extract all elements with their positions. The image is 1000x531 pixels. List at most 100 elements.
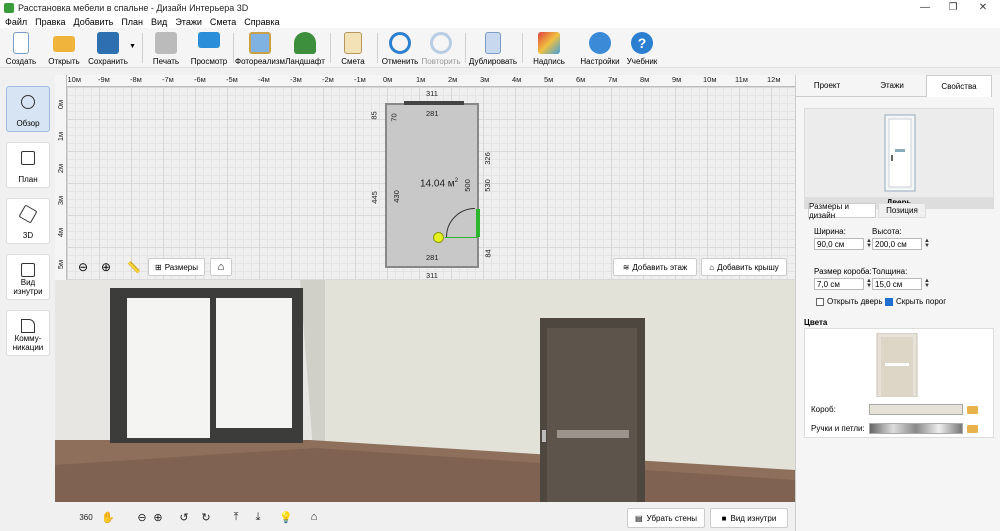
menu-help[interactable]: Справка xyxy=(239,17,282,27)
landscape-button[interactable]: Ландшафт xyxy=(285,30,325,66)
3d-view[interactable] xyxy=(55,280,795,502)
window-pane-right xyxy=(216,298,292,428)
inside-view-3d-button[interactable]: ■ Вид изнутри xyxy=(710,508,788,528)
print-button[interactable]: Печать xyxy=(150,30,182,66)
menu-view[interactable]: Вид xyxy=(146,17,170,27)
overview-button[interactable]: Обзор xyxy=(6,86,50,132)
light-bulb-icon[interactable]: 💡 xyxy=(277,508,295,526)
window-on-plan[interactable] xyxy=(404,101,464,105)
tab-project[interactable]: Проект xyxy=(796,75,858,97)
zoom-in-icon[interactable]: ⊕ xyxy=(97,258,115,276)
open-door-checkbox[interactable] xyxy=(816,298,824,306)
height-label: Высота: xyxy=(872,227,902,236)
save-button[interactable]: Сохранить xyxy=(88,30,128,66)
height-input[interactable] xyxy=(872,238,922,250)
communications-button[interactable]: Комму-никации xyxy=(6,310,50,356)
tab-floors[interactable]: Этажи xyxy=(858,75,926,97)
add-floor-button[interactable]: ≋ Добавить этаж xyxy=(613,258,697,276)
walls-icon: ▤ xyxy=(634,513,643,523)
palette-icon xyxy=(538,32,560,54)
colors-section: Короб: Ручки и петли: xyxy=(804,328,994,438)
add-roof-button[interactable]: ⌂ Добавить крышу xyxy=(701,258,787,276)
object-preview xyxy=(804,108,994,198)
hide-threshold-checkbox[interactable] xyxy=(885,298,893,306)
frame-size-input[interactable] xyxy=(814,278,864,290)
door-handle-marker[interactable] xyxy=(433,232,444,243)
3d-button[interactable]: 3D xyxy=(6,198,50,244)
menu-bar: Файл Правка Добавить План Вид Этажи Смет… xyxy=(0,15,1000,28)
menu-estimate[interactable]: Смета xyxy=(205,17,239,27)
new-file-icon xyxy=(13,32,29,54)
subtab-position[interactable]: Позиция xyxy=(878,203,926,218)
menu-edit[interactable]: Правка xyxy=(30,17,68,27)
inside-view-button[interactable]: Вид изнутри xyxy=(6,254,50,300)
picture-icon xyxy=(249,32,271,54)
hide-threshold-label: Скрыть порог xyxy=(896,297,947,306)
undo-button[interactable]: Отменить xyxy=(381,30,419,66)
rotate-right-icon[interactable]: ↻ xyxy=(197,508,215,526)
restore-button[interactable]: ❐ xyxy=(938,0,968,15)
layers-icon: ≋ xyxy=(622,262,630,272)
folder-icon[interactable] xyxy=(967,425,978,433)
sizes-button[interactable]: ⊞ Размеры xyxy=(148,258,205,276)
separator xyxy=(233,33,234,63)
door-glass-strip xyxy=(557,430,629,438)
subtab-size-design[interactable]: Размеры и дизайн xyxy=(808,202,876,220)
settings-button[interactable]: Настройки xyxy=(578,30,622,66)
handles-color-swatch[interactable] xyxy=(869,423,963,434)
menu-file[interactable]: Файл xyxy=(0,17,30,27)
thickness-spinner-icon[interactable]: ▲ ▼ xyxy=(924,278,930,289)
zoom-in-3d-icon[interactable]: ⊕ xyxy=(149,508,167,526)
camera-icon: ■ xyxy=(721,513,727,523)
folder-icon[interactable] xyxy=(967,406,978,414)
width-input[interactable] xyxy=(814,238,864,250)
rotate-360-icon[interactable]: 360 xyxy=(77,508,95,526)
zoom-out-icon[interactable]: ⊖ xyxy=(74,258,92,276)
tab-properties[interactable]: Свойства xyxy=(926,75,992,97)
frame-color-label: Короб: xyxy=(811,405,836,414)
dim-left-outer: 445 xyxy=(369,191,379,204)
menu-add[interactable]: Добавить xyxy=(69,17,117,27)
create-button[interactable]: Создать xyxy=(4,30,38,66)
open-button[interactable]: Открыть xyxy=(46,30,82,66)
undo-icon xyxy=(389,32,411,54)
estimate-button[interactable]: Смета xyxy=(338,30,368,66)
separator xyxy=(522,33,523,63)
caption-button[interactable]: Надпись xyxy=(530,30,568,66)
separator xyxy=(142,33,143,63)
preview-button[interactable]: Просмотр xyxy=(190,30,228,66)
save-dropdown-icon[interactable]: ▼ xyxy=(129,43,136,50)
menu-plan[interactable]: План xyxy=(116,17,146,27)
thickness-input[interactable] xyxy=(872,278,922,290)
monitor-icon xyxy=(198,32,220,48)
rotate-left-icon[interactable]: ↺ xyxy=(175,508,193,526)
home-icon[interactable]: ⌂ xyxy=(210,258,232,276)
printer-icon xyxy=(155,32,177,54)
close-button[interactable]: ✕ xyxy=(968,0,998,15)
door-color-preview xyxy=(876,333,918,397)
duplicate-button[interactable]: Дублировать xyxy=(468,30,518,66)
tilt-down-icon[interactable]: ⤓ xyxy=(249,508,267,526)
plan-button[interactable]: План xyxy=(6,142,50,188)
redo-button[interactable]: Повторить xyxy=(420,30,462,66)
frame-color-swatch[interactable] xyxy=(869,404,963,415)
redo-icon xyxy=(430,32,452,54)
photorealism-button[interactable]: Фотореализм xyxy=(235,30,285,66)
room-icon xyxy=(21,263,35,277)
ruler-icon[interactable]: 📏 xyxy=(125,258,143,276)
height-spinner-icon[interactable]: ▲ ▼ xyxy=(924,238,930,249)
dim-top: 311 xyxy=(426,89,438,98)
thickness-label: Толщина: xyxy=(872,267,908,276)
floppy-icon xyxy=(97,32,119,54)
remove-walls-button[interactable]: ▤ Убрать стены xyxy=(627,508,705,528)
door-on-plan[interactable] xyxy=(476,209,480,237)
menu-floors[interactable]: Этажи xyxy=(170,17,205,27)
properties-panel: Проект Этажи Свойства Дверь Размеры и ди… xyxy=(795,75,1000,531)
minimize-button[interactable]: — xyxy=(910,0,940,15)
home-3d-icon[interactable]: ⌂ xyxy=(305,508,323,526)
cube-icon xyxy=(18,204,38,224)
tutorial-button[interactable]: ? Учебник xyxy=(624,30,660,66)
hand-icon[interactable]: ✋ xyxy=(99,508,117,526)
open-door-label: Открыть дверь xyxy=(827,297,883,306)
tilt-up-icon[interactable]: ⤒ xyxy=(227,508,245,526)
